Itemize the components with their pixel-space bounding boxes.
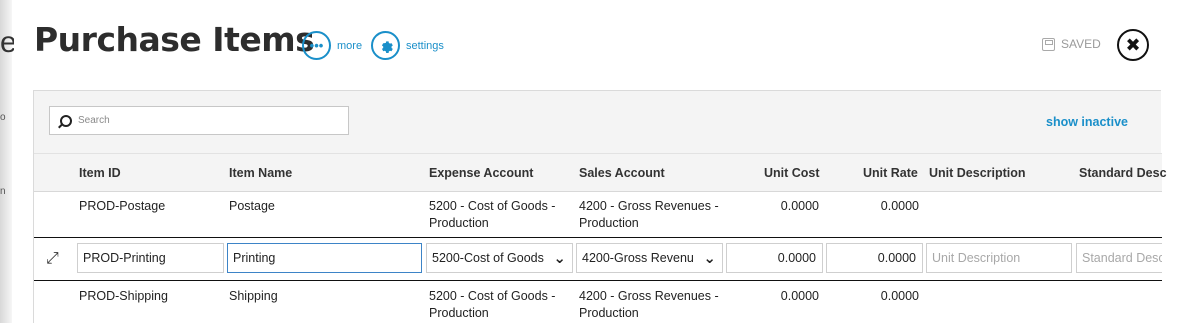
background-fragment: o [0,112,6,123]
purchase-items-modal: Purchase Items ••• more settings SAVED ✖… [14,0,1182,323]
item-id-cell: PROD-Shipping [79,289,168,303]
unit-rate-cell: 0.0000 [880,199,919,213]
unit-cost-cell: 0.0000 [780,289,819,303]
settings-label[interactable]: settings [406,40,444,52]
search-icon [60,114,72,127]
column-header-standard-description[interactable]: Standard Desc [1079,166,1167,180]
unit-description-field[interactable] [926,243,1072,273]
row-divider [34,191,1162,192]
sales-account-line: 4200 - Gross Revenues - [579,199,719,213]
floppy-disk-icon [1042,37,1055,51]
show-inactive-link[interactable]: show inactive [1046,115,1128,129]
ellipsis-icon[interactable]: ••• [302,31,331,60]
column-header-unit-description[interactable]: Unit Description [929,166,1026,180]
gear-icon[interactable] [371,31,400,60]
item-id-cell: PROD-Postage [79,199,166,213]
expand-icon[interactable]: ⤢ [46,250,64,268]
column-header-unit-rate[interactable]: Unit Rate [863,166,918,180]
sales-account-cell: 4200 - Gross Revenues - Production [579,198,719,232]
column-header-item-name[interactable]: Item Name [229,166,292,180]
table-header: Item ID Item Name Expense Account Sales … [34,153,1167,191]
item-id-field[interactable] [77,243,224,273]
close-icon[interactable]: ✖ [1125,35,1140,56]
more-label[interactable]: more [337,40,362,52]
sales-account-line: 4200 - Gross Revenues - [579,289,719,303]
chevron-down-icon[interactable]: ⌄ [550,249,566,267]
items-table-body: PROD-Postage Postage 5200 - Cost of Good… [34,191,1162,323]
column-header-unit-cost[interactable]: Unit Cost [764,166,820,180]
sales-account-line: Production [579,216,639,230]
column-header-sales-account[interactable]: Sales Account [579,166,665,180]
chevron-down-icon[interactable]: ⌄ [700,249,716,267]
item-name-field[interactable] [227,243,422,273]
unit-cost-field[interactable] [726,243,823,273]
expense-account-line: Production [429,216,489,230]
sales-account-value: 4200-Gross Revenu [582,251,694,265]
expense-account-cell: 5200 - Cost of Goods - Production [429,288,555,322]
item-name-cell: Postage [229,199,275,213]
sales-account-line: Production [579,306,639,320]
expense-account-cell: 5200 - Cost of Goods - Production [429,198,555,232]
saved-status: SAVED [1042,37,1101,51]
column-header-item-id[interactable]: Item ID [79,166,121,180]
expense-account-line: Production [429,306,489,320]
expense-account-select[interactable]: 5200-Cost of Goods ⌄ [426,243,573,273]
background-page-edge: e o n [0,0,17,323]
sales-account-cell: 4200 - Gross Revenues - Production [579,288,719,322]
search-box[interactable] [49,106,349,135]
settings-button[interactable]: settings [371,31,444,60]
items-panel: show inactive Item ID Item Name Expense … [33,90,1167,323]
saved-label: SAVED [1061,37,1101,51]
unit-rate-cell: 0.0000 [880,289,919,303]
item-name-cell: Shipping [229,289,278,303]
background-fragment: n [0,186,6,197]
standard-description-field[interactable] [1076,243,1162,273]
search-input[interactable] [78,115,338,126]
sales-account-select[interactable]: 4200-Gross Revenu ⌄ [576,243,723,273]
more-button[interactable]: ••• more [302,31,362,60]
unit-cost-cell: 0.0000 [780,199,819,213]
expense-account-value: 5200-Cost of Goods [432,251,544,265]
table-row-editing[interactable]: ⤢ 5200-Cost of Goods ⌄ 4200-Gross Revenu… [34,237,1162,281]
column-header-expense-account[interactable]: Expense Account [429,166,533,180]
page-title: Purchase Items [34,20,315,59]
unit-rate-field[interactable] [826,243,923,273]
close-button[interactable]: ✖ [1117,29,1149,61]
expense-account-line: 5200 - Cost of Goods - [429,199,556,213]
expense-account-line: 5200 - Cost of Goods - [429,289,556,303]
